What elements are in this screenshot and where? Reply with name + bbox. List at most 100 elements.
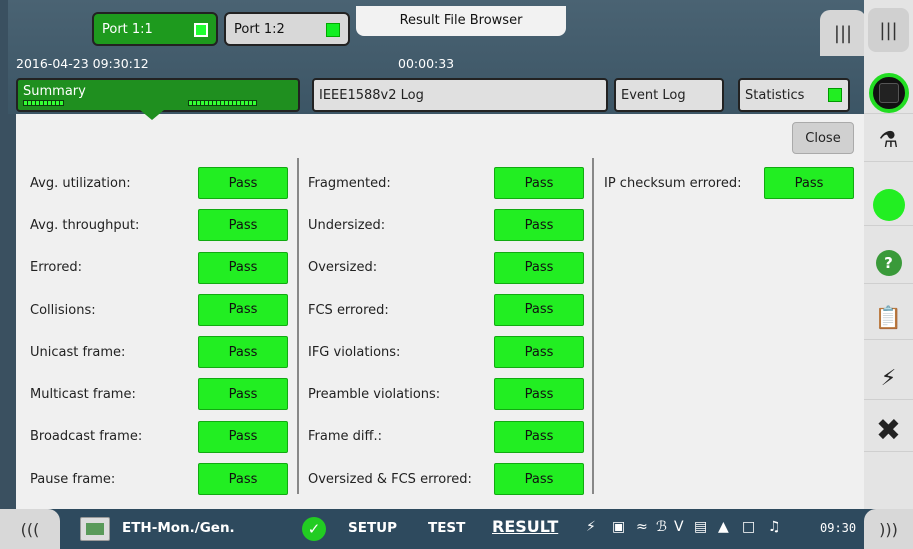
stop-test-button[interactable] — [864, 72, 913, 114]
usb-icon: ▣ — [612, 519, 626, 535]
summary-row-label: Avg. throughput: — [30, 217, 140, 233]
tab-statistics-label: Statistics — [745, 87, 805, 103]
summary-row-label: Fragmented: — [308, 175, 391, 191]
summary-row-label: Pause frame: — [30, 471, 116, 487]
test-status-button[interactable]: ⚗ — [864, 120, 913, 162]
status-badge: Pass — [764, 167, 854, 199]
tab-summary-label: Summary — [23, 84, 86, 99]
summary-row: Avg. utilization: Pass — [30, 162, 288, 204]
app-name[interactable]: ETH-Mon./Gen. — [122, 520, 235, 536]
summary-row-label: IP checksum errored: — [604, 175, 742, 191]
summary-row: Multicast frame: Pass — [30, 373, 288, 415]
test-ok-check-icon: ✓ — [302, 517, 326, 541]
volume-icon: ♫ — [768, 519, 781, 535]
port-1-1-tab[interactable]: Port 1:1 — [92, 12, 218, 46]
right-sidebar: ||| ⚗ ? 📋 ⚡ ✖ — [864, 0, 913, 509]
close-x-icon: ✖ — [875, 413, 902, 448]
v-icon: V — [674, 519, 684, 535]
summary-row-label: Frame diff.: — [308, 429, 382, 445]
summary-column-2: Fragmented: Pass Undersized: Pass Oversized:… — [308, 162, 584, 500]
summary-row: Avg. throughput: Pass — [30, 204, 288, 246]
status-badge: Pass — [198, 293, 288, 326]
close-button[interactable]: Close — [792, 122, 854, 154]
nav-result[interactable]: RESULT — [492, 517, 558, 536]
tab-ieee1588v2-log[interactable]: IEEE1588v2 Log — [312, 78, 608, 112]
remote-icon: ▤ — [694, 519, 708, 535]
summary-row: FCS errored: Pass — [308, 289, 584, 331]
summary-row: IFG violations: Pass — [308, 331, 584, 373]
help-button[interactable]: ? — [864, 242, 913, 284]
summary-row-label: Avg. utilization: — [30, 175, 131, 191]
status-badge: Pass — [494, 420, 584, 453]
result-file-browser-tab[interactable]: Result File Browser — [356, 6, 566, 36]
port-1-1-label: Port 1:1 — [102, 21, 153, 37]
status-badge: Pass — [494, 336, 584, 369]
report-button[interactable]: 📋 — [864, 298, 913, 340]
scroll-left-button[interactable]: ((( — [0, 509, 60, 549]
status-led-icon — [872, 188, 905, 221]
summary-row: Fragmented: Pass — [308, 162, 584, 204]
summary-column-3: IP checksum errored: Pass — [604, 162, 854, 204]
exit-button[interactable]: ✖ — [864, 410, 913, 452]
nav-setup[interactable]: SETUP — [348, 520, 397, 536]
sidebar-menu-icon[interactable]: ||| — [868, 8, 909, 52]
current-datetime: 2016-04-23 09:30:12 — [16, 56, 149, 71]
status-badge: Pass — [494, 167, 584, 199]
status-badge: Pass — [198, 167, 288, 199]
bluetooth-icon: ℬ — [656, 519, 668, 535]
power-plug-icon: ⚡ — [586, 519, 596, 535]
summary-row: Oversized & FCS errored: Pass — [308, 458, 584, 500]
app-window: Port 1:1 Port 1:2 Result File Browser 20… — [8, 0, 868, 549]
summary-row-label: IFG violations: — [308, 344, 401, 360]
stop-icon — [868, 72, 909, 113]
summary-row: Pause frame: Pass — [30, 458, 288, 500]
summary-row: Collisions: Pass — [30, 289, 288, 331]
status-badge: Pass — [494, 378, 584, 411]
column-divider — [592, 158, 594, 494]
status-badge: Pass — [198, 251, 288, 284]
elapsed-time: 00:00:33 — [398, 56, 455, 71]
status-badge: Pass — [198, 378, 288, 411]
menu-icon[interactable]: ||| — [820, 10, 866, 56]
summary-row-label: Oversized & FCS errored: — [308, 471, 472, 487]
statistics-status-indicator — [828, 88, 842, 102]
top-header: Port 1:1 Port 1:2 Result File Browser 20… — [8, 0, 868, 114]
port-1-2-label: Port 1:2 — [234, 21, 285, 37]
summary-panel: Close Avg. utilization: Pass Avg. throughp… — [16, 114, 866, 509]
tab-summary[interactable]: Summary — [16, 78, 300, 112]
summary-row: Unicast frame: Pass — [30, 331, 288, 373]
inject-error-button[interactable]: ⚡ — [864, 358, 913, 400]
summary-row-label: Preamble violations: — [308, 387, 441, 403]
lightning-icon: ⚡ — [880, 366, 897, 391]
app-module-icon[interactable] — [80, 517, 110, 541]
nav-test[interactable]: TEST — [428, 520, 465, 536]
summary-row: Oversized: Pass — [308, 247, 584, 289]
status-badge: Pass — [494, 251, 584, 284]
network-icon: □ — [742, 519, 756, 535]
bottom-bar: ((( ETH-Mon./Gen. ✓ SETUP TEST RESULT ⚡ … — [0, 509, 913, 549]
status-badge: Pass — [494, 463, 584, 496]
status-badge: Pass — [198, 463, 288, 496]
column-divider — [297, 158, 299, 494]
global-status-led[interactable] — [864, 184, 913, 226]
summary-row-label: Multicast frame: — [30, 387, 136, 403]
summary-row: Undersized: Pass — [308, 204, 584, 246]
active-tab-caret — [140, 110, 164, 120]
status-badge: Pass — [198, 336, 288, 369]
summary-row: Broadcast frame: Pass — [30, 416, 288, 458]
status-badge: Pass — [494, 209, 584, 242]
tab-statistics[interactable]: Statistics — [738, 78, 850, 112]
summary-row: IP checksum errored: Pass — [604, 162, 854, 204]
tab-event-log[interactable]: Event Log — [614, 78, 724, 112]
summary-row: Frame diff.: Pass — [308, 416, 584, 458]
status-badge: Pass — [198, 420, 288, 453]
summary-row-label: Broadcast frame: — [30, 429, 143, 445]
port-1-2-tab[interactable]: Port 1:2 — [224, 12, 350, 46]
status-badge: Pass — [198, 209, 288, 242]
summary-row-label: Collisions: — [30, 302, 96, 318]
port-1-1-status-indicator — [194, 23, 208, 37]
summary-row-label: Errored: — [30, 260, 83, 276]
wifi-icon: ≈ — [636, 519, 648, 535]
summary-row: Preamble violations: Pass — [308, 373, 584, 415]
scroll-right-button[interactable]: ))) — [864, 509, 913, 549]
